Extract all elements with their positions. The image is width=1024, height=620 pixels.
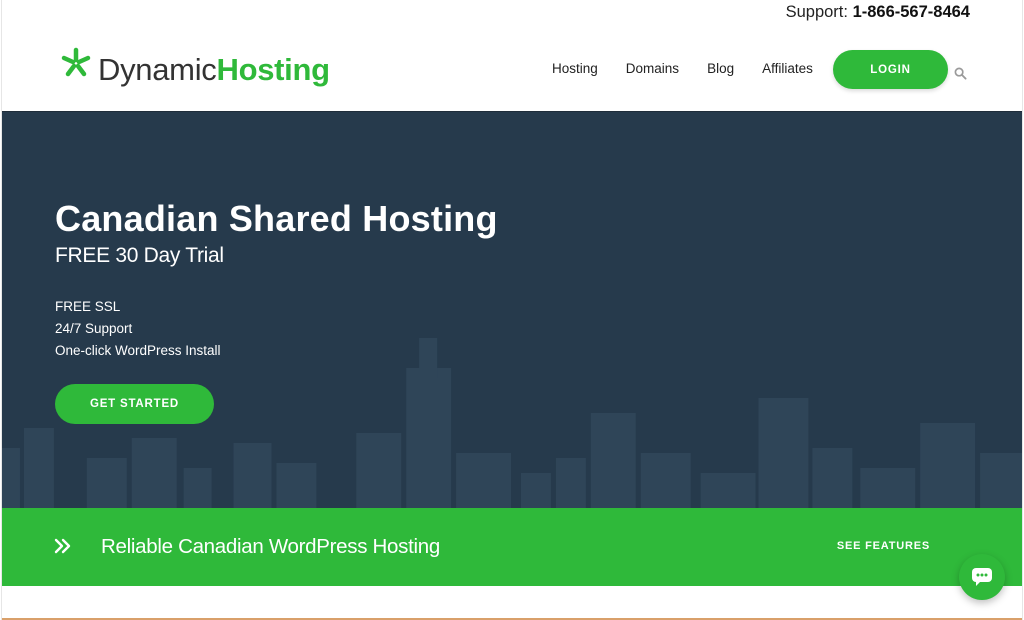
- hero-subtitle: FREE 30 Day Trial: [55, 244, 224, 267]
- asterisk-icon: [61, 47, 91, 77]
- login-button[interactable]: LOGIN: [833, 50, 948, 89]
- support-contact: Support: 1-866-567-8464: [786, 3, 970, 22]
- site-logo[interactable]: DynamicHosting: [60, 44, 330, 94]
- logo-part-dynamic: Dynamic: [98, 51, 217, 87]
- logo-part-hosting: Hosting: [216, 51, 330, 87]
- feature-item: FREE SSL: [55, 299, 121, 314]
- nav-affiliates[interactable]: Affiliates: [762, 61, 813, 76]
- promo-band-text: Reliable Canadian WordPress Hosting: [101, 535, 440, 558]
- feature-item: One-click WordPress Install: [55, 343, 221, 358]
- support-label: Support:: [785, 3, 848, 21]
- search-icon[interactable]: [954, 67, 967, 80]
- logo-wordmark: DynamicHosting: [98, 54, 330, 85]
- hero-section: Canadian Shared Hosting FREE 30 Day Tria…: [2, 112, 1022, 508]
- chat-bubble-icon: [972, 568, 992, 586]
- get-started-button[interactable]: GET STARTED: [55, 384, 214, 424]
- promo-band: Reliable Canadian WordPress Hosting SEE …: [2, 508, 1022, 586]
- feature-list: FREE SSL 24/7 Support One-click WordPres…: [55, 296, 221, 362]
- chat-button[interactable]: [959, 554, 1005, 600]
- feature-item: 24/7 Support: [55, 321, 133, 336]
- support-phone-link[interactable]: 1-866-567-8464: [853, 3, 970, 21]
- page: Support: 1-866-567-8464 DynamicHosting H…: [1, 0, 1023, 620]
- nav-domains[interactable]: Domains: [626, 61, 679, 76]
- main-nav: Hosting Domains Blog Affiliates: [552, 61, 841, 76]
- hero-title: Canadian Shared Hosting: [55, 198, 498, 239]
- site-header: Support: 1-866-567-8464 DynamicHosting H…: [2, 0, 1022, 112]
- double-chevron-right-icon: [54, 538, 71, 554]
- see-features-link[interactable]: SEE FEATURES: [837, 540, 930, 552]
- nav-blog[interactable]: Blog: [707, 61, 734, 76]
- content-strip: [2, 586, 1022, 620]
- nav-hosting[interactable]: Hosting: [552, 61, 598, 76]
